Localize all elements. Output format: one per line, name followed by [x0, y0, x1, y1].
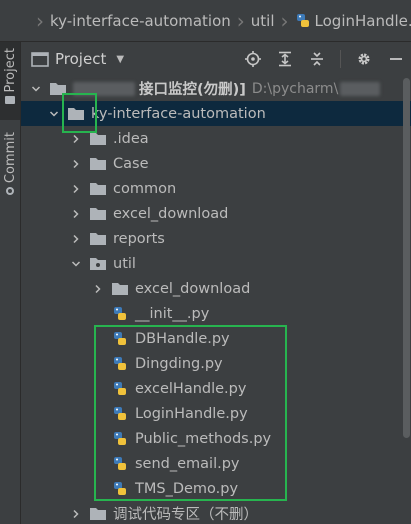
folder-icon: [111, 281, 129, 297]
python-file-icon: [111, 456, 129, 472]
chevron-down-icon[interactable]: [47, 109, 61, 119]
tree-row-file[interactable]: send_email.py: [21, 451, 411, 476]
tool-window-strip: Project Commit: [0, 42, 21, 524]
chevron-right-icon[interactable]: [91, 284, 105, 294]
root-label: 接口监控(勿删)]: [139, 82, 246, 98]
dropdown-caret-icon[interactable]: ▼: [116, 54, 124, 65]
redacted-text: [340, 81, 381, 96]
project-tab-label: Project: [2, 48, 18, 93]
folder-label: reports: [113, 230, 165, 247]
folder-icon: [89, 206, 107, 222]
breadcrumb-file[interactable]: LoginHandle.py: [315, 12, 411, 30]
project-label: ky-interface-automation: [91, 105, 266, 122]
subfolder-label: excel_download: [135, 280, 251, 297]
chevron-down-icon[interactable]: [69, 259, 83, 269]
chevron-right-icon: ›: [36, 8, 44, 33]
file-label: excelHandle.py: [135, 380, 247, 397]
tree-row-root[interactable]: 接口监控(勿删)] D:\pycharm\: [21, 76, 411, 101]
folder-icon: [5, 96, 15, 105]
tree-row-folder[interactable]: reports: [21, 226, 411, 251]
file-label: Dingding.py: [135, 355, 223, 372]
breadcrumb-util[interactable]: util: [251, 12, 275, 30]
tree-row-file[interactable]: Public_methods.py: [21, 426, 411, 451]
chevron-right-icon[interactable]: [69, 184, 83, 194]
tree-row-file[interactable]: DBHandle.py: [21, 326, 411, 351]
expand-all-icon[interactable]: [276, 50, 294, 68]
folder-icon: [67, 106, 85, 122]
python-file-icon: [111, 481, 129, 497]
python-file-icon: [111, 306, 129, 322]
folder-label: .idea: [113, 130, 149, 147]
python-file-icon: [111, 331, 129, 347]
python-file-icon: [111, 431, 129, 447]
tree-row-file[interactable]: excelHandle.py: [21, 376, 411, 401]
chevron-right-icon[interactable]: [69, 134, 83, 144]
folder-icon: [89, 231, 107, 247]
project-folder-icon: [31, 51, 49, 67]
panel-title[interactable]: Project: [55, 50, 106, 68]
redacted-text: [73, 81, 135, 96]
settings-gear-icon[interactable]: [355, 50, 373, 68]
folder-icon: [89, 181, 107, 197]
folder-label: 调试代码专区（不删）: [113, 507, 258, 523]
folder-label: excel_download: [113, 205, 229, 222]
tree-row-file[interactable]: LoginHandle.py: [21, 401, 411, 426]
chevron-right-icon[interactable]: [69, 209, 83, 219]
scrollbar[interactable]: [403, 78, 410, 438]
python-file-icon: [111, 406, 129, 422]
breadcrumb-project[interactable]: ky-interface-automation: [50, 12, 231, 30]
commit-tab-label: Commit: [2, 132, 18, 184]
package-folder-icon: [89, 256, 107, 272]
hide-minus-icon[interactable]: [387, 50, 405, 68]
toolbar-divider: [340, 50, 341, 68]
chevron-right-icon[interactable]: [69, 159, 83, 169]
tree-row-folder[interactable]: common: [21, 176, 411, 201]
project-panel-header: Project ▼: [21, 42, 411, 76]
tree-row-folder[interactable]: excel_download: [21, 201, 411, 226]
python-file-icon: [295, 13, 311, 29]
python-file-icon: [111, 381, 129, 397]
tree-row-file[interactable]: TMS_Demo.py: [21, 476, 411, 501]
project-tree: 接口监控(勿删)] D:\pycharm\ ky-interface-autom…: [21, 76, 411, 524]
folder-label: common: [113, 180, 177, 197]
folder-label: Case: [113, 155, 149, 172]
tree-row-project[interactable]: ky-interface-automation: [21, 101, 411, 126]
chevron-down-icon[interactable]: [29, 84, 43, 94]
file-label: send_email.py: [135, 455, 240, 472]
tree-row-folder-util[interactable]: util: [21, 251, 411, 276]
file-label: TMS_Demo.py: [135, 480, 239, 497]
pycharm-project-window: › ky-interface-automation › util › Login…: [0, 0, 411, 524]
folder-label: util: [113, 255, 136, 272]
folder-icon: [89, 156, 107, 172]
tree-row-folder[interactable]: .idea: [21, 126, 411, 151]
tree-row-file[interactable]: Dingding.py: [21, 351, 411, 376]
file-label: __init__.py: [135, 305, 210, 322]
folder-icon: [49, 81, 67, 97]
chevron-right-icon: ›: [236, 8, 245, 33]
chevron-right-icon: ›: [280, 8, 289, 33]
folder-icon: [89, 131, 107, 147]
file-label: DBHandle.py: [135, 330, 230, 347]
tree-row-file[interactable]: __init__.py: [21, 301, 411, 326]
breadcrumb: › ky-interface-automation › util › Login…: [0, 0, 411, 42]
collapse-all-icon[interactable]: [308, 50, 326, 68]
chevron-right-icon[interactable]: [69, 234, 83, 244]
tree-row-subfolder[interactable]: excel_download: [21, 276, 411, 301]
python-file-icon: [111, 356, 129, 372]
locate-icon[interactable]: [244, 50, 262, 68]
folder-icon: [89, 506, 107, 522]
file-label: LoginHandle.py: [135, 405, 248, 422]
tree-row-folder[interactable]: Case: [21, 151, 411, 176]
commit-tool-tab[interactable]: Commit: [0, 132, 20, 212]
file-label: Public_methods.py: [135, 430, 272, 447]
root-path-hint: D:\pycharm\: [251, 80, 339, 97]
commit-icon: [6, 187, 14, 196]
panel-toolbar: [244, 42, 405, 76]
chevron-right-icon[interactable]: [69, 509, 83, 519]
project-tool-tab[interactable]: Project: [0, 42, 20, 120]
tree-row-folder-partial[interactable]: 调试代码专区（不删）: [21, 501, 411, 524]
